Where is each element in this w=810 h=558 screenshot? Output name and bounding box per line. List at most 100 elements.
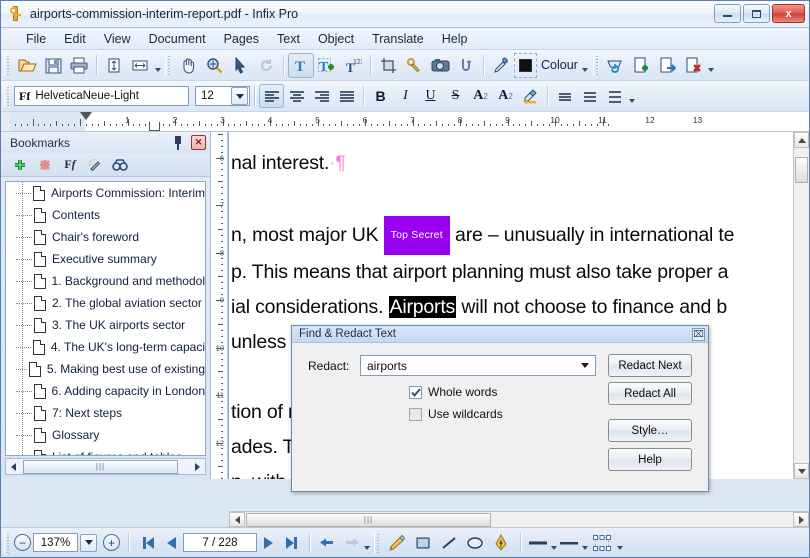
statusbar-grip[interactable]: [4, 532, 11, 554]
scroll-up-icon[interactable]: [794, 132, 809, 148]
page-dropdown-arrow-icon[interactable]: [707, 53, 716, 77]
line-spacing-single-button[interactable]: [552, 84, 577, 108]
font-size-dropdown-arrow-icon[interactable]: [231, 87, 248, 105]
toolbar-grip-2[interactable]: [165, 54, 172, 76]
menu-view[interactable]: View: [95, 30, 140, 48]
nav-dropdown-arrow-icon[interactable]: [362, 531, 371, 555]
line-style-dropdown[interactable]: [558, 531, 580, 555]
zoom-out-button[interactable]: −: [14, 534, 31, 551]
redact-next-button[interactable]: Redact Next: [608, 354, 692, 377]
doc-scroll-left-icon[interactable]: [229, 512, 245, 527]
italic-button[interactable]: I: [393, 84, 418, 108]
crop-icon[interactable]: [375, 53, 401, 78]
fit-page-icon[interactable]: [101, 53, 127, 78]
colour-swatch-button[interactable]: [514, 53, 537, 78]
camera-snapshot-icon[interactable]: [427, 53, 453, 78]
strikethrough-button[interactable]: S: [443, 84, 468, 108]
selected-word[interactable]: Airports: [389, 296, 457, 318]
bookmarks-horizontal-scrollbar[interactable]: |||: [5, 458, 206, 475]
first-page-button[interactable]: [137, 532, 160, 554]
bookmark-find-icon[interactable]: [109, 155, 131, 175]
page-refresh-icon[interactable]: [603, 53, 629, 78]
chevron-down-icon[interactable]: [575, 356, 595, 375]
next-page-button[interactable]: [257, 532, 280, 554]
scroll-right-icon[interactable]: [190, 459, 205, 474]
document-vertical-scrollbar[interactable]: [793, 132, 809, 479]
print-icon[interactable]: [66, 53, 92, 78]
use-wildcards-checkbox[interactable]: [409, 408, 422, 421]
list-item[interactable]: 2. The global aviation sector: [6, 292, 205, 314]
zoom-magnifier-icon[interactable]: [201, 53, 227, 78]
previous-page-button[interactable]: [160, 532, 183, 554]
zoom-in-button[interactable]: +: [103, 534, 120, 551]
last-page-button[interactable]: [280, 532, 303, 554]
go-forward-button[interactable]: [339, 532, 362, 554]
align-left-button[interactable]: [259, 84, 284, 108]
pen-nib-icon[interactable]: [488, 531, 514, 555]
use-wildcards-row[interactable]: Use wildcards: [409, 407, 503, 421]
list-item[interactable]: 6. Adding capacity in London: [6, 380, 205, 402]
colour-dropdown-arrow-icon[interactable]: [581, 53, 590, 77]
list-item[interactable]: List of figures and tables: [6, 446, 205, 456]
find-redact-dialog[interactable]: Find & Redact Text ⌧ Redact: airports Wh…: [291, 325, 709, 492]
text-123-icon[interactable]: T123: [340, 53, 366, 78]
list-item[interactable]: Glossary: [6, 424, 205, 446]
new-textbox-icon[interactable]: T: [314, 53, 340, 78]
page-add-icon[interactable]: [629, 53, 655, 78]
eyedropper-icon[interactable]: [488, 53, 514, 78]
close-icon[interactable]: ✕: [191, 135, 206, 150]
pin-icon[interactable]: [171, 135, 185, 150]
toolbar-grip-3[interactable]: [593, 54, 600, 76]
horizontal-ruler[interactable]: 12345678910111213: [1, 112, 809, 132]
align-right-button[interactable]: [309, 84, 334, 108]
save-icon[interactable]: [40, 53, 66, 78]
scroll-down-icon[interactable]: [794, 463, 809, 479]
left-indent-marker[interactable]: [149, 121, 160, 131]
line-spacing-onehalf-button[interactable]: [577, 84, 602, 108]
vertical-scroll-thumb[interactable]: [795, 157, 808, 183]
ellipse-icon[interactable]: [462, 531, 488, 555]
draw-toolbar-grip[interactable]: [374, 532, 381, 554]
list-item[interactable]: 4. The UK's long-term capaci: [6, 336, 205, 358]
list-item[interactable]: Contents: [6, 204, 205, 226]
align-center-button[interactable]: [284, 84, 309, 108]
selection-handles-icon[interactable]: [589, 531, 615, 555]
open-file-icon[interactable]: [14, 53, 40, 78]
spacing-dropdown-arrow-icon[interactable]: [627, 84, 636, 108]
text-tool-icon[interactable]: T: [288, 53, 314, 78]
list-item[interactable]: Executive summary: [6, 248, 205, 270]
align-justify-button[interactable]: [334, 84, 359, 108]
zoom-dropdown-arrow-icon[interactable]: [80, 534, 97, 552]
menu-object[interactable]: Object: [309, 30, 363, 48]
list-item[interactable]: 1. Background and methodol: [6, 270, 205, 292]
menu-document[interactable]: Document: [140, 30, 215, 48]
menu-help[interactable]: Help: [433, 30, 477, 48]
page-delete-icon[interactable]: [681, 53, 707, 78]
doc-scroll-right-icon[interactable]: [793, 512, 809, 527]
list-item[interactable]: 3. The UK airports sector: [6, 314, 205, 336]
minimize-button[interactable]: [714, 4, 741, 23]
list-item[interactable]: Airports Commission: Interim: [6, 182, 205, 204]
help-button[interactable]: Help: [608, 448, 692, 471]
vertical-ruler[interactable]: 6789101112: [211, 132, 228, 479]
fit-width-icon[interactable]: [127, 53, 153, 78]
pencil-icon[interactable]: [384, 531, 410, 555]
format-toolbar-grip[interactable]: [4, 85, 11, 107]
font-family-input[interactable]: Ff HelveticaNeue-Light: [14, 86, 189, 106]
list-item[interactable]: 5. Making best use of existing: [6, 358, 205, 380]
redact-all-button[interactable]: Redact All: [608, 382, 692, 405]
line-spacing-double-button[interactable]: [602, 84, 627, 108]
menu-translate[interactable]: Translate: [363, 30, 433, 48]
maximize-button[interactable]: [743, 4, 770, 23]
zoom-level-input[interactable]: 137%: [33, 533, 78, 552]
whole-words-row[interactable]: Whole words: [409, 385, 497, 399]
ruler-track[interactable]: 12345678910111213: [10, 112, 809, 131]
draw-dropdown-arrow-icon[interactable]: [615, 531, 624, 555]
fit-dropdown-arrow-icon[interactable]: [153, 53, 162, 77]
underline-button[interactable]: U: [418, 84, 443, 108]
whole-words-checkbox[interactable]: [409, 386, 422, 399]
bookmarks-list[interactable]: Airports Commission: InterimContentsChai…: [5, 181, 206, 456]
select-arrow-icon[interactable]: [227, 53, 253, 78]
style-button[interactable]: Style…: [608, 419, 692, 442]
list-item[interactable]: 7: Next steps: [6, 402, 205, 424]
